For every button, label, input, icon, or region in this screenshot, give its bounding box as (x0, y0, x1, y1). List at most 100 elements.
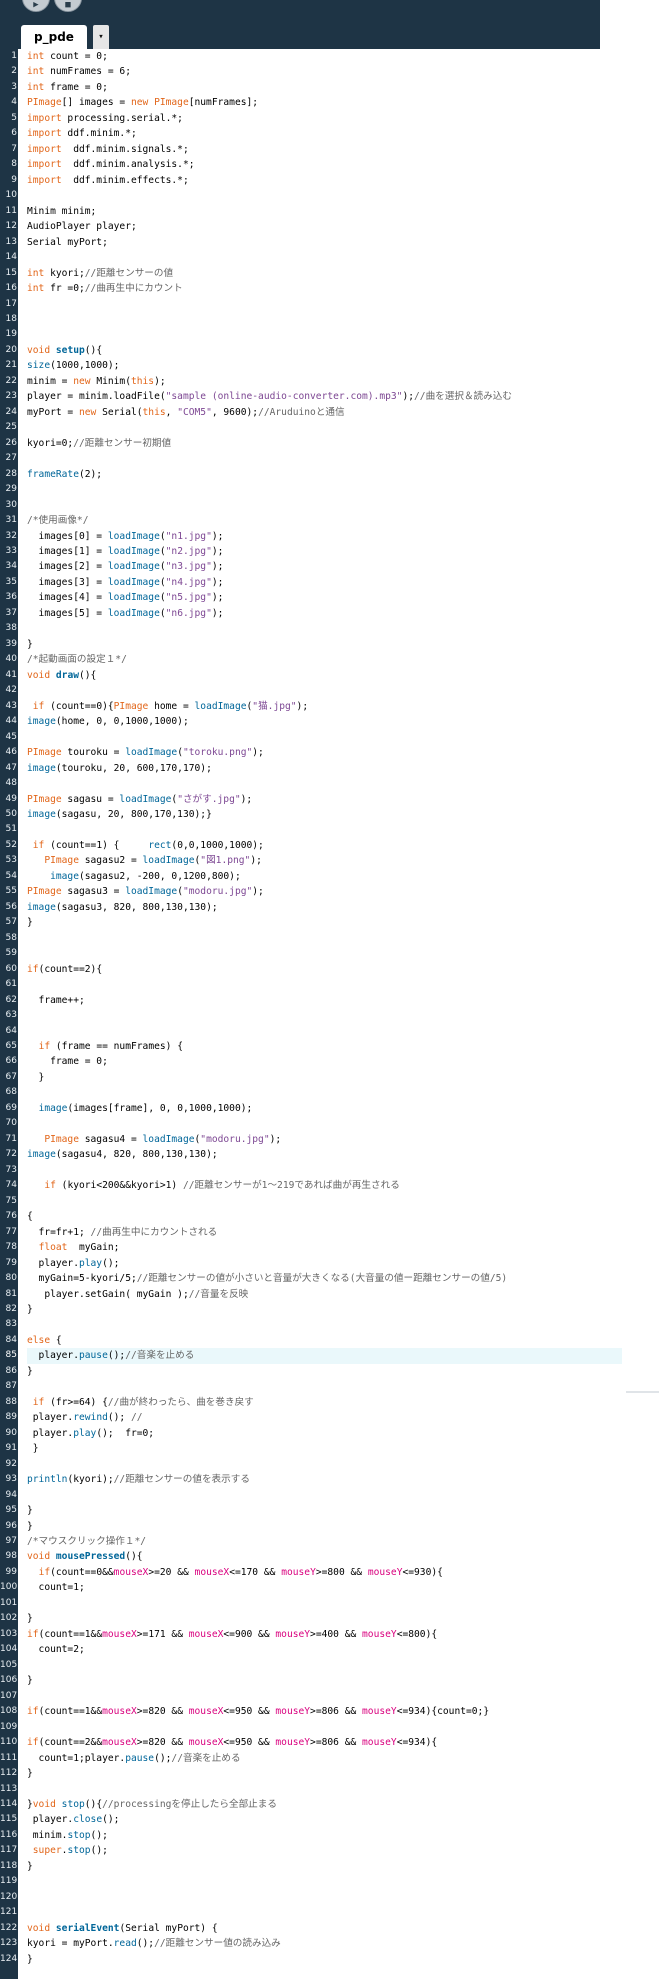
code-text[interactable]: if (count==0){PImage home = loadImage("猫… (27, 699, 308, 714)
code-line[interactable]: 94 (0, 1488, 659, 1503)
code-line[interactable]: 117 super.stop(); (0, 1843, 659, 1858)
code-text[interactable]: if (frame == numFrames) { (27, 1039, 183, 1054)
code-line[interactable]: 29 (0, 482, 659, 497)
stop-button[interactable]: ■ (54, 0, 82, 12)
code-text[interactable]: else { (27, 1333, 62, 1348)
code-text[interactable]: myPort = new Serial(this, "COM5", 9600);… (27, 405, 345, 420)
code-line[interactable]: 82} (0, 1302, 659, 1317)
code-text[interactable]: super.stop(); (27, 1843, 108, 1858)
code-text[interactable]: image(sagasu2, -200, 0,1200,800); (27, 869, 241, 884)
code-text[interactable]: PImage sagasu = loadImage("さがす.jpg"); (27, 792, 252, 807)
code-line[interactable]: 2 int numFrames = 6; (0, 64, 659, 79)
code-text[interactable]: float myGain; (27, 1240, 120, 1255)
code-line[interactable]: 115 player.close(); (0, 1812, 659, 1827)
code-line[interactable]: 7 import ddf.minim.signals.*; (0, 142, 659, 157)
code-text[interactable]: void draw(){ (27, 668, 96, 683)
code-line[interactable]: 69 image(images[frame], 0, 0,1000,1000); (0, 1101, 659, 1116)
code-line[interactable]: 123 kyori = myPort.read();//距離センサー値の読み込み (0, 1936, 659, 1951)
code-line[interactable]: 34 images[2] = loadImage("n3.jpg"); (0, 559, 659, 574)
code-text[interactable]: AudioPlayer player; (27, 219, 137, 234)
code-text[interactable]: PImage sagasu3 = loadImage("modoru.jpg")… (27, 884, 264, 899)
code-text[interactable]: if(count==2&&mouseX>=820 && mouseX<=950 … (27, 1735, 437, 1750)
code-line[interactable]: 72 image(sagasu4, 820, 800,130,130); (0, 1147, 659, 1162)
code-line[interactable]: 90 player.play(); fr=0; (0, 1426, 659, 1441)
code-line[interactable]: 89 player.rewind(); // (0, 1410, 659, 1425)
code-line[interactable]: 26 kyori=0;//距離センサー初期値 (0, 436, 659, 451)
code-line[interactable]: 83 (0, 1317, 659, 1332)
code-text[interactable]: Minim minim; (27, 204, 96, 219)
code-line[interactable]: 23 player = minim.loadFile("sample (onlin… (0, 389, 659, 404)
code-text[interactable]: myGain=5-kyori/5;//距離センサーの値が小さいと音量が大きくなる… (27, 1271, 508, 1286)
code-text[interactable]: fr=fr+1; //曲再生中にカウントされる (27, 1225, 218, 1240)
code-line[interactable]: 77 fr=fr+1; //曲再生中にカウントされる (0, 1225, 659, 1240)
code-text[interactable]: minim.stop(); (27, 1828, 108, 1843)
code-text[interactable]: image(images[frame], 0, 0,1000,1000); (27, 1101, 253, 1116)
code-line[interactable]: 113 (0, 1782, 659, 1797)
code-text[interactable]: import ddf.minim.analysis.*; (27, 157, 195, 172)
code-text[interactable]: import ddf.minim.*; (27, 126, 137, 141)
code-line[interactable]: 47 image(touroku, 20, 600,170,170); (0, 761, 659, 776)
code-line[interactable]: 85 player.pause();//音楽を止める (0, 1348, 659, 1364)
code-line[interactable]: 5 import processing.serial.*; (0, 111, 659, 126)
code-line[interactable]: 65 if (frame == numFrames) { (0, 1039, 659, 1054)
code-line[interactable]: 1 int count = 0; (0, 49, 659, 64)
code-line[interactable]: 51 (0, 822, 659, 837)
code-line[interactable]: 86} (0, 1364, 659, 1379)
code-text[interactable]: image(home, 0, 0,1000,1000); (27, 714, 189, 729)
code-line[interactable]: 40 /*起動画面の設定１*/ (0, 652, 659, 667)
code-line[interactable]: 9 import ddf.minim.effects.*; (0, 173, 659, 188)
code-line[interactable]: 50 image(sagasu, 20, 800,170,130);} (0, 807, 659, 822)
code-text[interactable]: } (27, 1364, 33, 1379)
code-line[interactable]: 12 AudioPlayer player; (0, 219, 659, 234)
code-text[interactable]: } (27, 1673, 33, 1688)
code-line[interactable]: 42 (0, 683, 659, 698)
code-text[interactable]: import ddf.minim.signals.*; (27, 142, 189, 157)
code-text[interactable]: { (27, 1209, 33, 1224)
code-text[interactable]: }void stop(){//processingを停止したら全部止まる (27, 1797, 277, 1812)
code-line[interactable]: 124} (0, 1952, 659, 1967)
code-line[interactable]: 110 if(count==2&&mouseX>=820 && mouseX<=9… (0, 1735, 659, 1750)
code-text[interactable]: } (27, 1302, 33, 1317)
code-line[interactable]: 11 Minim minim; (0, 204, 659, 219)
code-line[interactable]: 122 void serialEvent(Serial myPort) { (0, 1921, 659, 1936)
code-line[interactable]: 84 else { (0, 1333, 659, 1348)
code-text[interactable]: } (27, 1441, 39, 1456)
code-line[interactable]: 20 void setup(){ (0, 343, 659, 358)
code-text[interactable]: images[2] = loadImage("n3.jpg"); (27, 559, 224, 574)
code-line[interactable]: 114}void stop(){//processingを停止したら全部止まる (0, 1797, 659, 1812)
code-line[interactable]: 74 if (kyori<200&&kyori>1) //距離センサーが1〜21… (0, 1178, 659, 1193)
run-button[interactable]: ▶ (22, 0, 50, 12)
code-line[interactable]: 33 images[1] = loadImage("n2.jpg"); (0, 544, 659, 559)
code-text[interactable]: int kyori;//距離センサーの値 (27, 266, 173, 281)
code-text[interactable]: player.pause();//音楽を止める (27, 1348, 622, 1364)
code-line[interactable]: 32 images[0] = loadImage("n1.jpg"); (0, 529, 659, 544)
code-line[interactable]: 116 minim.stop(); (0, 1828, 659, 1843)
code-line[interactable]: 6 import ddf.minim.*; (0, 126, 659, 141)
code-text[interactable]: player.play(); (27, 1256, 120, 1271)
tab-menu-button[interactable]: ▾ (93, 25, 109, 49)
code-text[interactable]: count=1; (27, 1580, 85, 1595)
code-line[interactable]: 81 player.setGain( myGain );//音量を反映 (0, 1287, 659, 1302)
code-text[interactable]: Serial myPort; (27, 235, 108, 250)
code-line[interactable]: 45 (0, 730, 659, 745)
code-text[interactable]: image(touroku, 20, 600,170,170); (27, 761, 212, 776)
code-line[interactable]: 17 (0, 297, 659, 312)
code-line[interactable]: 92 (0, 1457, 659, 1472)
code-text[interactable]: count=2; (27, 1642, 85, 1657)
code-line[interactable]: 37 images[5] = loadImage("n6.jpg"); (0, 606, 659, 621)
code-text[interactable]: /*起動画面の設定１*/ (27, 652, 127, 667)
code-line[interactable]: 3 int frame = 0; (0, 80, 659, 95)
code-text[interactable]: int frame = 0; (27, 80, 108, 95)
code-text[interactable]: frame++; (27, 993, 85, 1008)
code-line[interactable]: 121 (0, 1905, 659, 1920)
code-line[interactable]: 21 size(1000,1000); (0, 358, 659, 373)
code-text[interactable]: } (27, 1519, 33, 1534)
code-line[interactable]: 93 println(kyori);//距離センサーの値を表示する (0, 1472, 659, 1487)
code-line[interactable]: 52 if (count==1) { rect(0,0,1000,1000); (0, 838, 659, 853)
code-line[interactable]: 46 PImage touroku = loadImage("toroku.png… (0, 745, 659, 760)
code-line[interactable]: 112} (0, 1766, 659, 1781)
code-text[interactable]: images[3] = loadImage("n4.jpg"); (27, 575, 224, 590)
code-text[interactable]: image(sagasu4, 820, 800,130,130); (27, 1147, 218, 1162)
code-line[interactable]: 15 int kyori;//距離センサーの値 (0, 266, 659, 281)
code-line[interactable]: 58 (0, 931, 659, 946)
